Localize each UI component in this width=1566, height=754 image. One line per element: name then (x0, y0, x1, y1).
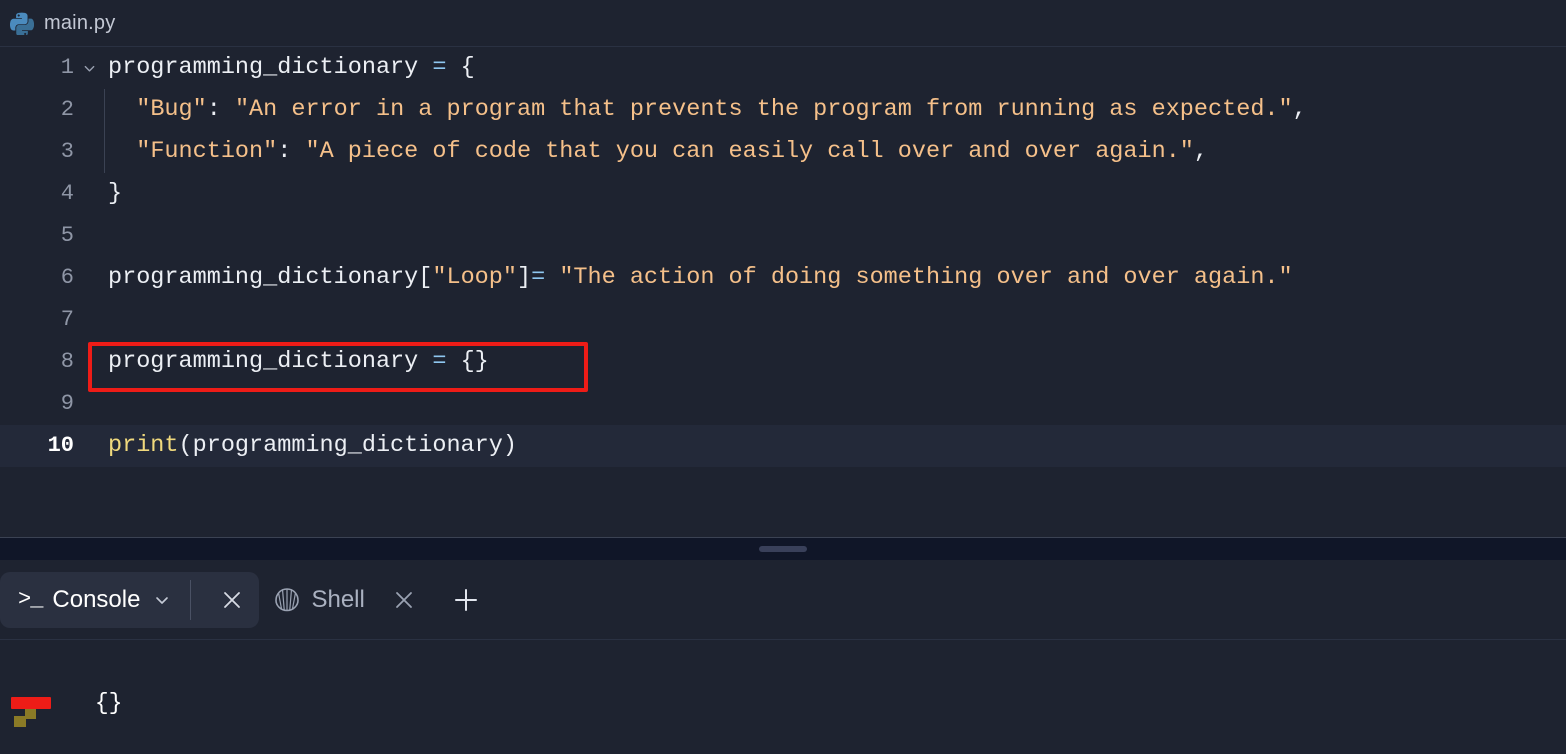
console-pane: >_ Console Shell {} (0, 560, 1566, 754)
code-token: , (1292, 96, 1307, 123)
code-line-text: programming_dictionary = { (104, 47, 1566, 89)
line-number: 7 (60, 307, 74, 332)
code-line[interactable]: 10 print(programming_dictionary) (0, 425, 1566, 467)
code-token: "A piece of code that you can easily cal… (305, 138, 1194, 165)
code-token: programming_dictionary (108, 54, 433, 81)
code-editor-area[interactable]: 1 programming_dictionary = {2 "Bug": "An … (0, 47, 1566, 537)
replit-ide-window: main.py 1 programming_dictionary = {2 "Bu… (0, 0, 1566, 754)
code-token: {} (446, 348, 489, 375)
code-line[interactable]: 3 "Function": "A piece of code that you … (0, 131, 1566, 173)
code-token: , (1193, 138, 1209, 165)
code-line[interactable]: 4} (0, 173, 1566, 215)
file-tab-main-py[interactable]: main.py (0, 0, 129, 47)
code-token: "The action of doing something over and … (559, 264, 1293, 291)
line-number: 5 (60, 223, 74, 248)
code-line[interactable]: 8 programming_dictionary = {} (0, 341, 1566, 383)
fold-chevron-down-icon[interactable] (74, 62, 104, 75)
code-token: "An error in a program that prevents the… (234, 96, 1293, 123)
pane-splitter[interactable] (0, 537, 1566, 560)
code-token: "Loop" (432, 264, 517, 291)
splitter-drag-handle[interactable] (759, 545, 807, 552)
code-line-text: } (104, 173, 1566, 215)
code-lines: 1 programming_dictionary = {2 "Bug": "An … (0, 47, 1566, 467)
console-cursor-mark-lower (14, 716, 26, 727)
seashell-icon (273, 586, 301, 614)
code-line[interactable]: 6 programming_dictionary["Loop"]= "The ac… (0, 257, 1566, 299)
code-line[interactable]: 1 programming_dictionary = { (0, 47, 1566, 89)
tab-shell-label: Shell (311, 585, 365, 613)
chevron-down-icon[interactable] (150, 592, 170, 608)
line-number: 6 (60, 265, 74, 290)
line-number: 9 (60, 391, 74, 416)
code-line[interactable]: 5 (0, 215, 1566, 257)
close-console-tab-button[interactable] (215, 583, 249, 617)
indent-guide (104, 89, 105, 173)
code-token: (programming_dictionary) (178, 432, 517, 459)
code-line-text: "Function": "A piece of code that you ca… (104, 131, 1566, 173)
python-logo-icon (10, 11, 34, 35)
file-tab-label: main.py (44, 11, 116, 34)
code-line-text: programming_dictionary["Loop"]= "The act… (104, 257, 1566, 299)
code-token: : (277, 138, 306, 165)
code-token: = (432, 348, 447, 375)
code-line[interactable]: 7 (0, 299, 1566, 341)
code-line-text: programming_dictionary = {} (104, 341, 1566, 383)
add-tab-button[interactable] (443, 577, 489, 623)
console-output-text: {} (94, 690, 123, 716)
console-cursor-mark-upper (25, 709, 36, 719)
code-token: ] (516, 264, 532, 291)
editor-tab-bar: main.py (0, 0, 1566, 47)
code-token: = (531, 264, 546, 291)
code-line-text: print(programming_dictionary) (104, 425, 1566, 467)
console-tab-bar: >_ Console Shell (0, 560, 1566, 640)
code-line-text: "Bug": "An error in a program that preve… (104, 89, 1566, 131)
code-token: = (432, 54, 447, 81)
code-token: "Bug" (136, 96, 207, 123)
tab-divider (190, 579, 192, 620)
code-token: { (446, 54, 475, 81)
line-number: 1 (60, 55, 74, 80)
line-number: 4 (60, 181, 74, 206)
close-shell-tab-button[interactable] (387, 583, 421, 617)
code-token: print (108, 432, 179, 459)
tab-console[interactable]: >_ Console (0, 571, 260, 628)
line-number: 2 (60, 97, 74, 122)
tab-shell[interactable]: Shell (259, 572, 430, 628)
code-token: programming_dictionary (108, 348, 433, 375)
tab-console-label: Console (52, 585, 141, 613)
code-line[interactable]: 9 (0, 383, 1566, 425)
code-token: programming_dictionary[ (108, 264, 433, 291)
code-token: : (206, 96, 235, 123)
terminal-prompt-icon: >_ (18, 587, 43, 612)
console-output[interactable]: {} (0, 640, 1566, 754)
console-red-highlight-bar (11, 697, 51, 709)
code-token: } (108, 180, 123, 207)
code-token: "Function" (136, 138, 278, 165)
line-number: 3 (60, 139, 74, 164)
line-number: 10 (47, 433, 74, 458)
code-line[interactable]: 2 "Bug": "An error in a program that pre… (0, 89, 1566, 131)
line-number: 8 (60, 349, 74, 374)
